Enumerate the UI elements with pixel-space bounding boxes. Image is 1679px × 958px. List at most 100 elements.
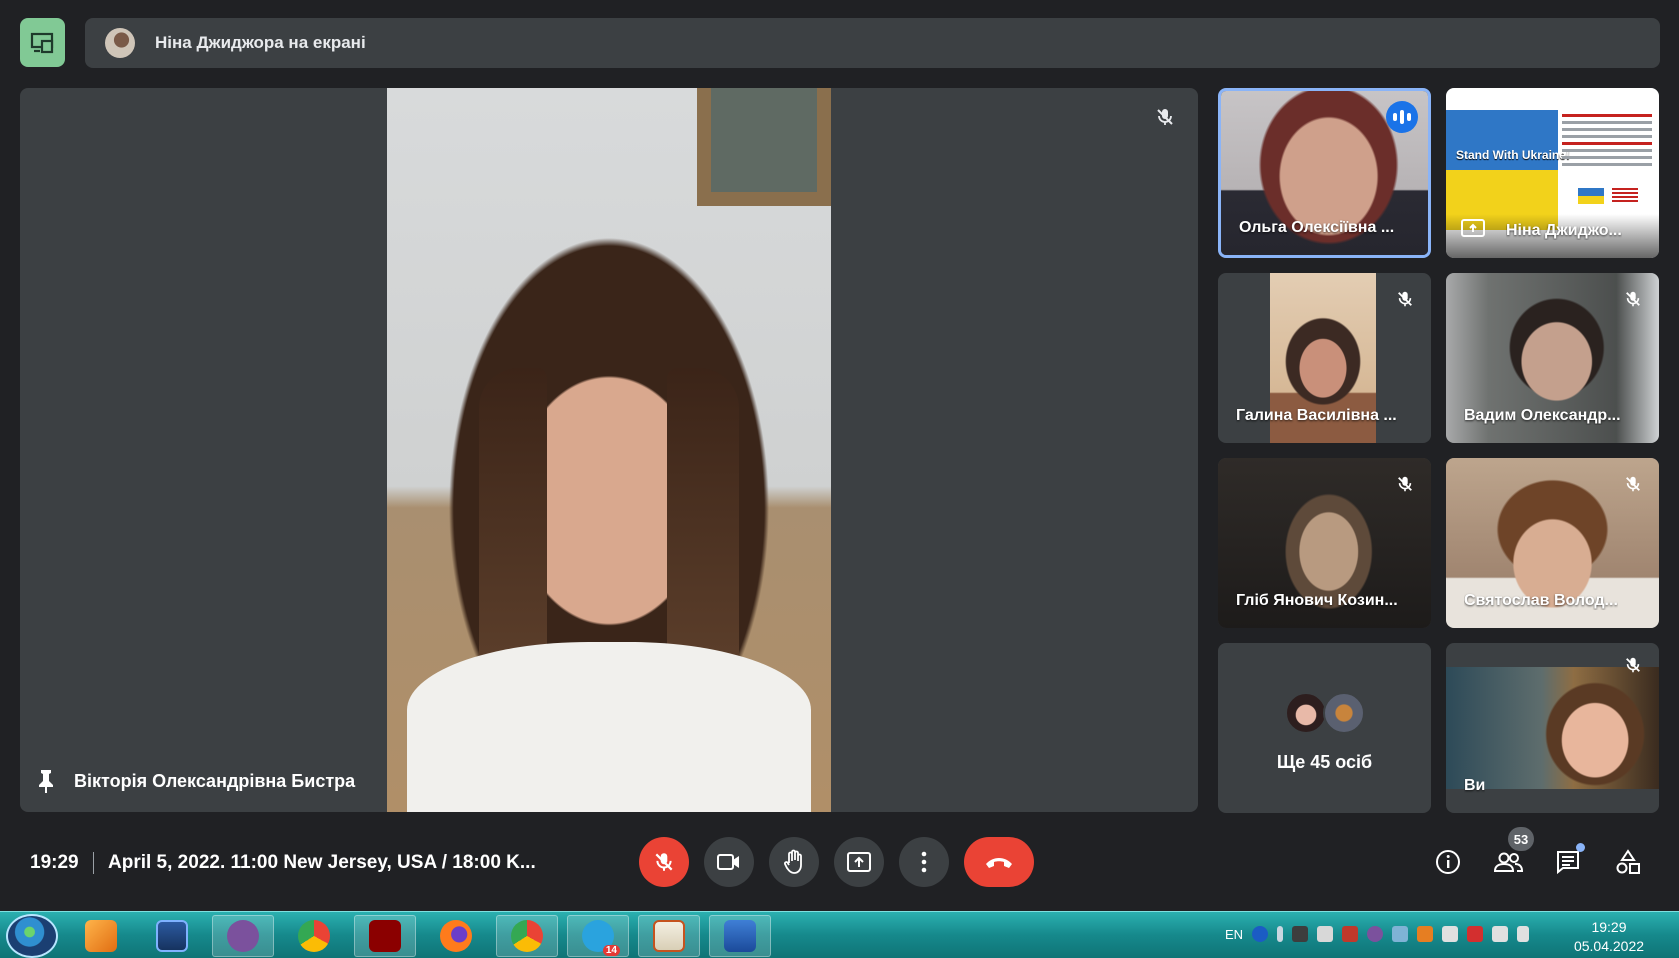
more-avatars	[1284, 691, 1365, 734]
participant-tile[interactable]: Гліб Янович Козин...	[1218, 458, 1431, 628]
mic-toggle-button[interactable]	[639, 837, 689, 887]
participant-tile[interactable]: Stand With Ukraine! Ніна Джиджо...	[1446, 88, 1659, 258]
participant-name: Вадим Олександр...	[1464, 407, 1621, 424]
taskbar-file-manager[interactable]	[141, 915, 203, 957]
media-player-icon	[85, 920, 117, 952]
presenting-banner[interactable]: Ніна Джиджора на екрані	[85, 18, 1660, 68]
meeting-details-button[interactable]	[1426, 840, 1470, 884]
app-tray-icon[interactable]	[1417, 926, 1433, 942]
more-options-button[interactable]	[899, 837, 949, 887]
clock-time: 19:29	[1591, 919, 1627, 935]
ukraine-flag	[1578, 188, 1604, 204]
mic-off-icon	[1398, 291, 1412, 307]
participant-tile[interactable]: Галина Василівна ...	[1218, 273, 1431, 443]
chat-icon	[1557, 851, 1579, 875]
taskbar-telegram[interactable]: 14	[567, 915, 629, 957]
participant-name: Галина Василівна ...	[1236, 407, 1397, 424]
more-participants-tile[interactable]: Ще 45 осіб	[1218, 643, 1431, 813]
flag-icon[interactable]	[1492, 926, 1508, 942]
main-video	[387, 88, 831, 812]
end-call-button[interactable]	[964, 837, 1034, 887]
taskbar-acrobat[interactable]	[354, 915, 416, 957]
end-call-icon	[986, 858, 1012, 868]
chrome-icon	[511, 920, 543, 952]
people-icon	[1493, 852, 1523, 872]
presenter-avatar	[105, 28, 135, 58]
antivirus-icon[interactable]	[1342, 926, 1358, 942]
mic-off-indicator	[1391, 285, 1419, 313]
system-clock[interactable]: 19:29 05.04.2022	[1559, 918, 1659, 956]
help-icon[interactable]	[1252, 926, 1268, 942]
language-indicator[interactable]: EN	[1225, 927, 1243, 942]
viber-tray-icon[interactable]	[1367, 926, 1383, 942]
participant-tile[interactable]: Ольга Олексіївна ...	[1218, 88, 1431, 258]
firefox-icon	[440, 920, 472, 952]
telegram-icon: 14	[582, 920, 620, 956]
more-participants-count: Ще 45 осіб	[1276, 751, 1373, 772]
monitor-icon[interactable]	[1442, 926, 1458, 942]
self-tile[interactable]: Ви	[1446, 643, 1659, 813]
update-icon[interactable]	[1392, 926, 1408, 942]
sweater	[407, 642, 811, 812]
stage-participant: Вікторія Олександрівна Бистра	[36, 768, 355, 794]
participant-name: Святослав Волод...	[1464, 592, 1618, 609]
us-flag	[1612, 188, 1638, 204]
tray-expand-icon[interactable]	[1277, 926, 1283, 942]
network-icon[interactable]	[1317, 926, 1333, 942]
presenting-icon	[1461, 219, 1485, 237]
acrobat-icon	[369, 920, 401, 952]
divider	[93, 852, 94, 874]
mic-off-icon	[1626, 291, 1640, 307]
pin-icon[interactable]	[36, 768, 56, 794]
taskbar-powerpoint[interactable]	[638, 915, 700, 957]
taskbar-chrome-active[interactable]	[496, 915, 558, 957]
viber-icon	[227, 920, 259, 952]
telegram-badge: 14	[602, 945, 620, 956]
mic-off-icon	[1157, 109, 1173, 125]
present-now-icon	[847, 852, 871, 872]
people-count-badge: 53	[1508, 827, 1534, 851]
clock-date: 05.04.2022	[1573, 938, 1645, 954]
participant-name: Ніна Джиджо...	[1506, 222, 1622, 239]
audio-active-icon	[1386, 101, 1418, 133]
raise-hand-button[interactable]	[769, 837, 819, 887]
volume-icon[interactable]	[1517, 926, 1529, 942]
os-taskbar: 14 EN 19:29 05.04.2022	[0, 911, 1679, 958]
current-time: 19:29	[30, 852, 79, 873]
mic-off-icon	[1398, 476, 1412, 492]
start-button[interactable]	[6, 914, 58, 958]
stage-mic-off	[1150, 102, 1180, 132]
mic-off-icon	[1626, 476, 1640, 492]
nvidia-icon[interactable]	[1292, 926, 1308, 942]
slide-text	[1562, 114, 1652, 170]
self-name: Ви	[1464, 777, 1486, 794]
present-screen-button[interactable]	[20, 18, 65, 67]
mic-off-icon	[655, 853, 673, 871]
meet-window: Ніна Джиджора на екрані Вікторія Олексан…	[0, 0, 1679, 911]
participant-name: Гліб Янович Козин...	[1236, 592, 1398, 609]
activities-icon	[1616, 849, 1640, 874]
stage-participant-name: Вікторія Олександрівна Бистра	[74, 770, 356, 791]
participant-tile[interactable]: Святослав Волод...	[1446, 458, 1659, 628]
taskbar-word[interactable]	[709, 915, 771, 957]
raise-hand-icon	[784, 849, 802, 874]
mail-icon[interactable]	[1467, 926, 1483, 942]
taskbar-media-player[interactable]	[70, 915, 132, 957]
main-stage[interactable]: Вікторія Олександрівна Бистра	[20, 88, 1198, 812]
avatar	[1322, 691, 1365, 734]
mic-off-indicator	[1619, 470, 1647, 498]
presenting-text: Ніна Джиджора на екрані	[155, 33, 366, 52]
taskbar-chrome[interactable]	[283, 915, 345, 957]
meeting-title[interactable]: April 5, 2022. 11:00 New Jersey, USA / 1…	[108, 852, 536, 874]
file-manager-icon	[156, 920, 188, 952]
participant-tile[interactable]: Вадим Олександр...	[1446, 273, 1659, 443]
activities-button[interactable]	[1606, 840, 1650, 884]
taskbar-firefox[interactable]	[425, 915, 487, 957]
avatar	[1284, 691, 1327, 734]
taskbar-viber[interactable]	[212, 915, 274, 957]
wall-picture	[697, 88, 831, 206]
present-screen-icon	[30, 32, 53, 53]
present-now-button[interactable]	[834, 837, 884, 887]
camera-toggle-button[interactable]	[704, 837, 754, 887]
self-video	[1446, 667, 1659, 789]
